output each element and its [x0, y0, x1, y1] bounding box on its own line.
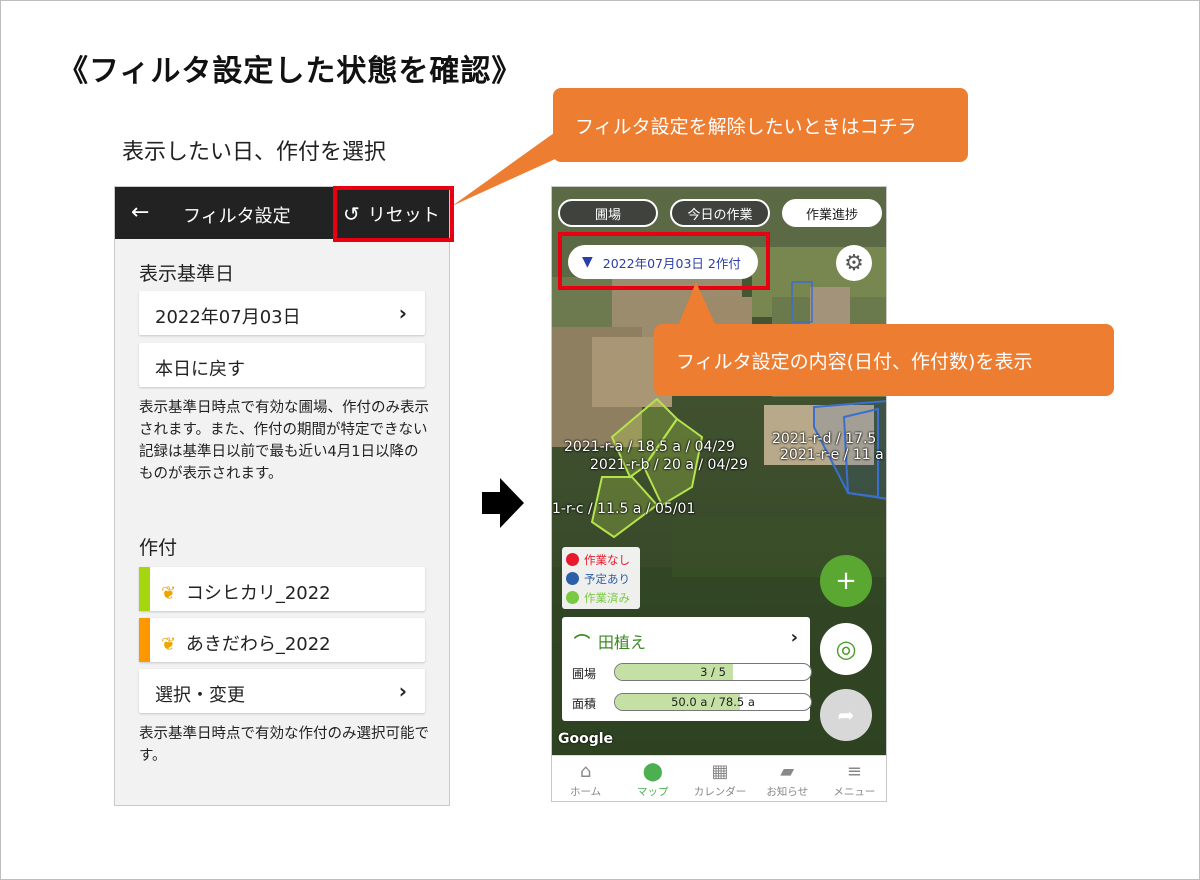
field-label: 2021-r-d / 17.5	[772, 431, 877, 447]
google-logo: Google	[558, 731, 614, 747]
reset-callout: フィルタ設定を解除したいときはコチラ	[553, 88, 968, 162]
reset-highlight-box	[333, 186, 454, 242]
crop-name: あきだわら_2022	[185, 634, 331, 655]
crop-item[interactable]: ❦ コシヒカリ_2022	[139, 567, 425, 611]
nav-menu[interactable]: ≡ メニュー	[821, 756, 886, 801]
filter-callout: フィルタ設定の内容(日付、作付数)を表示	[654, 324, 1114, 396]
date-note: 表示基準日時点で有効な圃場、作付のみ表示されます。また、作付の期間が特定できない…	[139, 400, 429, 482]
hoe-icon: ⌒	[574, 633, 591, 652]
menu-icon: ≡	[846, 761, 862, 782]
filter-title: フィルタ設定	[183, 206, 291, 227]
task-title: ⌒ 田植え	[574, 633, 647, 652]
task-progress-panel[interactable]: ⌒ 田植え › 圃場 3 / 5 面積 50.0 a / 78.5 a	[562, 617, 812, 721]
date-section-title: 表示基準日	[139, 263, 235, 285]
filter-callout-pointer	[678, 282, 716, 326]
crop-section-title: 作付	[139, 537, 178, 559]
legend-item: 予定あり	[566, 569, 636, 588]
reset-callout-text: フィルタ設定を解除したいときはコチラ	[575, 115, 917, 138]
field-label: 1-r-c / 11.5 a / 05/01	[552, 501, 696, 517]
chevron-right-icon[interactable]: ›	[791, 627, 798, 648]
tab-work-progress[interactable]: 作業進捗	[782, 199, 882, 227]
slide-title: 《フィルタ設定した状態を確認》	[58, 54, 523, 89]
gear-icon[interactable]: ⚙	[836, 245, 872, 281]
nav-calendar[interactable]: ▦ カレンダー	[686, 756, 753, 801]
rice-icon: ❦	[161, 634, 177, 655]
locate-icon[interactable]: ◎	[820, 623, 872, 675]
arrow-right-icon	[482, 478, 524, 528]
today-button[interactable]: 本日に戻す	[139, 343, 425, 387]
filter-settings-screen: ← フィルタ設定 ↺ リセット 表示基準日 2022年07月03日 › 本日に戻す…	[114, 186, 450, 806]
select-change-button[interactable]: 選択・変更 ›	[139, 669, 425, 713]
crop-note: 表示基準日時点で有効な作付のみ選択可能です。	[139, 726, 429, 764]
progress-row-label: 圃場	[572, 667, 597, 681]
calendar-icon: ▦	[711, 761, 729, 782]
chevron-right-icon: ›	[398, 301, 407, 325]
legend-item: 作業済み	[566, 588, 636, 607]
field-label: 2021-r-b / 20 a / 04/29	[590, 457, 748, 473]
rice-icon: ❦	[161, 583, 177, 604]
crop-item[interactable]: ❦ あきだわら_2022	[139, 618, 425, 662]
legend-dot	[566, 591, 579, 604]
progress-row-label: 面積	[572, 697, 597, 711]
filter-callout-text: フィルタ設定の内容(日付、作付数)を表示	[676, 350, 1033, 373]
sub-caption: 表示したい日、作付を選択	[122, 140, 387, 165]
date-value: 2022年07月03日	[155, 307, 301, 328]
nav-notifications[interactable]: ▰ お知らせ	[754, 756, 821, 801]
home-icon: ⌂	[579, 761, 592, 782]
nav-map[interactable]: ⬤ マップ	[619, 756, 686, 801]
crop-name: コシヒカリ_2022	[185, 583, 331, 604]
today-button-label: 本日に戻す	[155, 359, 245, 380]
chevron-right-icon: ›	[398, 679, 407, 703]
area-progress-bar: 50.0 a / 78.5 a	[614, 693, 812, 711]
date-selector[interactable]: 2022年07月03日 ›	[139, 291, 425, 335]
tab-fields[interactable]: 圃場	[558, 199, 658, 227]
map-pin-icon: ⬤	[642, 761, 663, 782]
bottom-navigation: ⌂ ホーム ⬤ マップ ▦ カレンダー ▰ お知らせ ≡ メニュー	[552, 755, 886, 801]
crop-color-stripe	[139, 567, 150, 611]
plus-icon[interactable]: +	[820, 555, 872, 607]
status-legend: 作業なし 予定あり 作業済み	[562, 547, 640, 609]
field-label: 2021-r-a / 18.5 a / 04/29	[564, 439, 735, 455]
tab-today-work[interactable]: 今日の作業	[670, 199, 770, 227]
chat-icon: ▰	[780, 761, 795, 782]
select-change-label: 選択・変更	[155, 685, 245, 706]
direction-icon[interactable]: ➦	[820, 689, 872, 741]
field-label: 2021-r-e / 11 a / 0	[780, 447, 886, 463]
legend-item: 作業なし	[566, 550, 636, 569]
legend-dot	[566, 572, 579, 585]
back-arrow-icon[interactable]: ←	[131, 200, 149, 225]
fields-progress-bar: 3 / 5	[614, 663, 812, 681]
nav-home[interactable]: ⌂ ホーム	[552, 756, 619, 801]
legend-dot	[566, 553, 579, 566]
crop-color-stripe	[139, 618, 150, 662]
filter-highlight-box	[558, 232, 770, 290]
